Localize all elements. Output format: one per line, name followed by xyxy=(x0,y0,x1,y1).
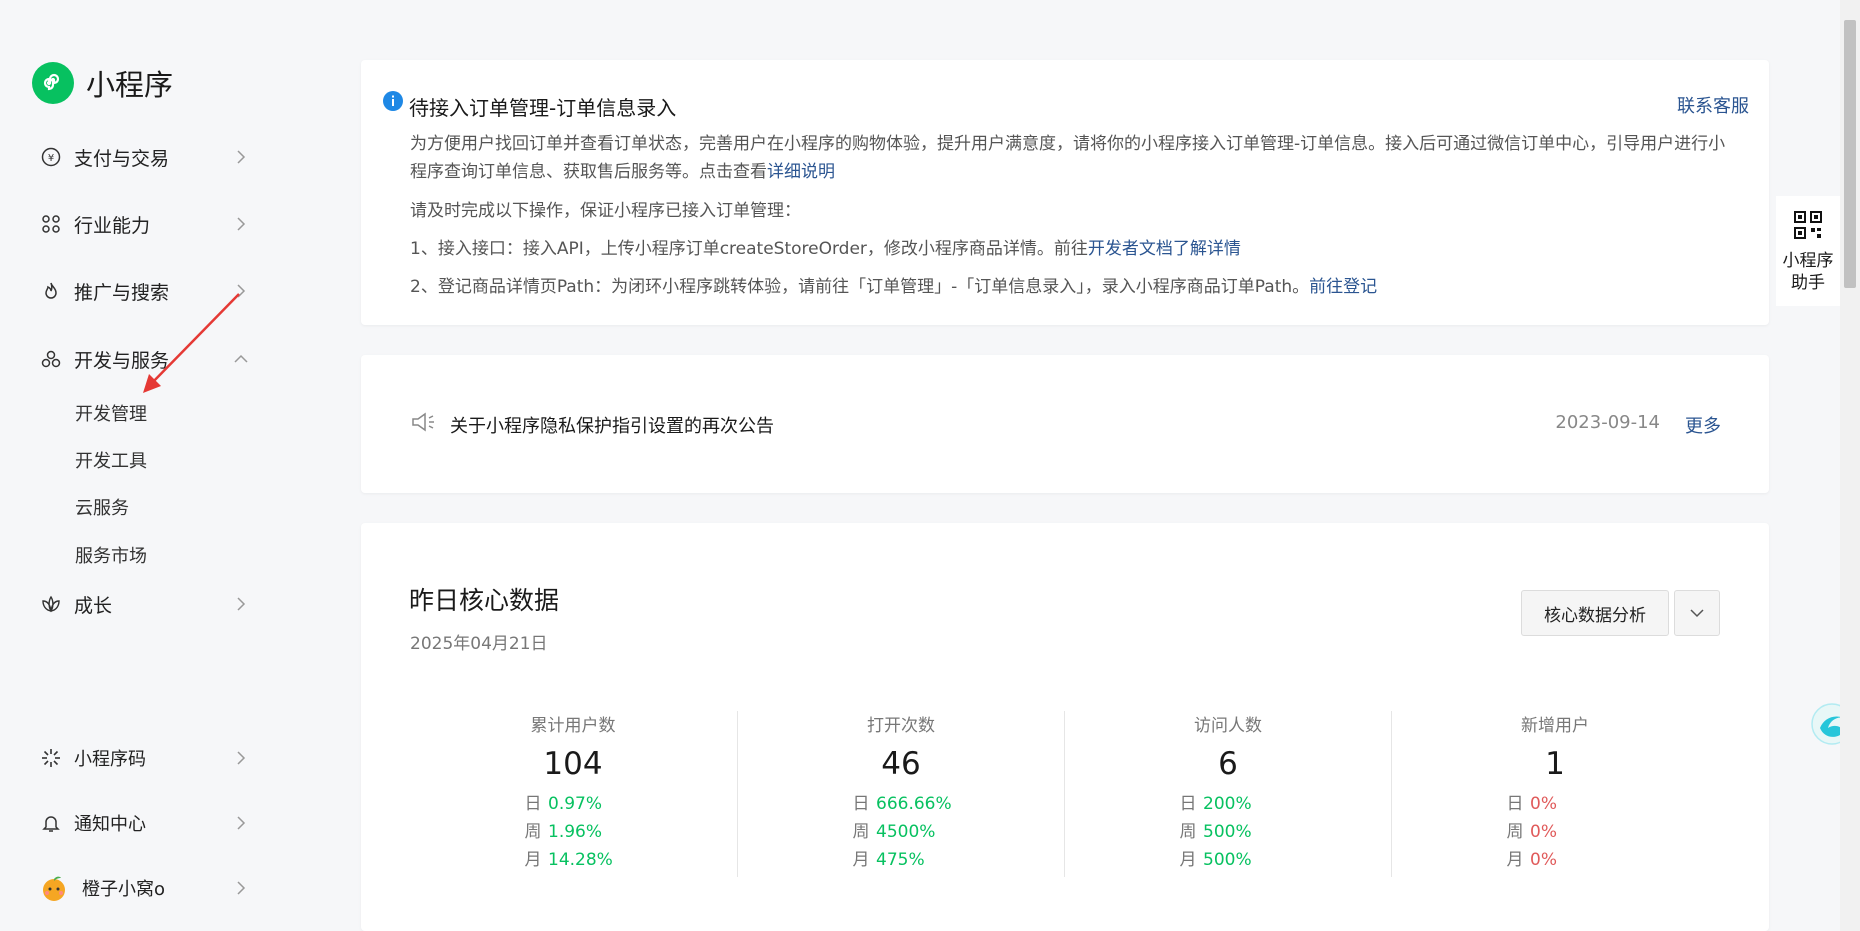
speaker-icon xyxy=(412,412,434,432)
stat-label: 新增用户 xyxy=(1521,716,1589,736)
stat-label: 访问人数 xyxy=(1194,716,1262,736)
stat-opens: 打开次数 46 日 666.66% 周 4500% 月 475% xyxy=(737,711,1064,877)
notice-body: 为方便用户找回订单并查看订单状态，完善用户在小程序的购物体验，提升用户满意度，请… xyxy=(410,130,1730,186)
stat-row: 日 200% xyxy=(1179,794,1252,814)
announcement-date: 2023-09-14 xyxy=(1555,412,1660,433)
nav-item-industry[interactable]: 行业能力 xyxy=(40,206,250,242)
core-data-card: 昨日核心数据 2025年04月21日 核心数据分析 累计用户数 104 日 0.9… xyxy=(361,523,1769,931)
announcement-card: 关于小程序隐私保护指引设置的再次公告 2023-09-14 更多 xyxy=(361,355,1769,493)
stat-row: 月 0% xyxy=(1506,850,1557,870)
core-analysis-button[interactable]: 核心数据分析 xyxy=(1521,590,1669,636)
stat-value: 46 xyxy=(881,746,921,782)
core-data-date: 2025年04月21日 xyxy=(410,634,548,654)
sub-item-dev-tools[interactable]: 开发工具 xyxy=(75,447,147,473)
register-link[interactable]: 前往登记 xyxy=(1309,277,1377,297)
stat-total-users: 累计用户数 104 日 0.97% 周 1.96% 月 14.28% xyxy=(410,711,736,877)
mini-program-logo-icon xyxy=(32,62,74,104)
chevron-right-icon xyxy=(232,814,250,832)
notice-line-instruction: 请及时完成以下操作，保证小程序已接入订单管理： xyxy=(410,201,801,221)
info-icon xyxy=(383,91,403,111)
notice-title: 待接入订单管理-订单信息录入 xyxy=(409,96,677,120)
nav-item-label: 行业能力 xyxy=(74,214,151,237)
stat-row: 周 4500% xyxy=(852,822,936,842)
sub-item-dev-management[interactable]: 开发管理 xyxy=(75,400,147,426)
detail-link[interactable]: 详细说明 xyxy=(767,162,835,182)
nav-item-label: 通知中心 xyxy=(74,814,146,835)
stat-row: 周 0% xyxy=(1506,822,1557,842)
sub-item-cloud-service[interactable]: 云服务 xyxy=(75,494,129,520)
code-icon xyxy=(40,747,62,769)
scrollbar[interactable] xyxy=(1840,0,1860,931)
nav-item-label: 支付与交易 xyxy=(74,147,170,170)
order-notice-card: 待接入订单管理-订单信息录入 联系客服 为方便用户找回订单并查看订单状态，完善用… xyxy=(361,60,1769,325)
stat-new-users: 新增用户 1 日 0% 周 0% 月 0% xyxy=(1391,711,1718,877)
chevron-right-icon xyxy=(232,879,250,897)
chevron-right-icon xyxy=(232,148,250,166)
notice-body-text: 为方便用户找回订单并查看订单状态，完善用户在小程序的购物体验，提升用户满意度，请… xyxy=(410,134,1726,182)
nav-item-notifications[interactable]: 通知中心 xyxy=(40,805,250,841)
chevron-right-icon xyxy=(232,749,250,767)
stat-value: 104 xyxy=(543,746,603,782)
grid-icon xyxy=(40,213,62,235)
stat-row: 月 475% xyxy=(852,850,925,870)
step1-text: 1、接入接口：接入API，上传小程序订单createStoreOrder，修改小… xyxy=(410,239,1088,259)
more-link[interactable]: 更多 xyxy=(1685,412,1721,438)
qr-code-icon xyxy=(1794,211,1822,239)
nav-item-growth[interactable]: 成长 xyxy=(40,586,250,622)
yen-circle-icon: ¥ xyxy=(40,146,62,168)
chevron-right-icon xyxy=(232,215,250,233)
stat-value: 6 xyxy=(1218,746,1238,782)
cluster-icon xyxy=(40,348,62,370)
chevron-right-icon xyxy=(232,595,250,613)
stat-row: 月 500% xyxy=(1179,850,1252,870)
nav-item-label: 小程序码 xyxy=(74,749,146,770)
stat-label: 打开次数 xyxy=(867,716,935,736)
stat-row: 日 666.66% xyxy=(852,794,952,814)
assistant-label: 小程序 助手 xyxy=(1782,251,1834,293)
nav-item-label: 橙子小窝o xyxy=(82,879,166,900)
nav-item-payment[interactable]: ¥ 支付与交易 xyxy=(40,139,250,175)
annotation-arrow-icon xyxy=(143,293,240,393)
lotus-icon xyxy=(40,593,62,615)
stat-row: 周 500% xyxy=(1179,822,1252,842)
mini-program-assistant[interactable]: 小程序 助手 xyxy=(1776,196,1840,306)
stat-visitors: 访问人数 6 日 200% 周 500% 月 500% xyxy=(1064,711,1391,877)
stat-label: 累计用户数 xyxy=(530,716,616,736)
dev-docs-link[interactable]: 开发者文档了解详情 xyxy=(1088,239,1241,259)
announcement-link[interactable]: 关于小程序隐私保护指引设置的再次公告 xyxy=(450,412,774,438)
sub-item-service-market[interactable]: 服务市场 xyxy=(75,542,147,568)
contact-support-link[interactable]: 联系客服 xyxy=(1677,92,1749,118)
logo-text: 小程序 xyxy=(86,68,174,102)
nav-item-label: 成长 xyxy=(74,594,113,617)
notice-line-step1: 1、接入接口：接入API，上传小程序订单createStoreOrder，修改小… xyxy=(410,234,1241,259)
nav-item-account[interactable]: 橙子小窝o xyxy=(40,870,250,906)
nav-item-mini-program-code[interactable]: 小程序码 xyxy=(40,740,250,776)
chevron-down-icon xyxy=(1690,609,1704,618)
step2-text: 2、登记商品详情页Path：为闭环小程序跳转体验，请前往「订单管理」-「订单信息… xyxy=(410,277,1310,297)
flame-icon xyxy=(40,280,62,302)
core-data-title: 昨日核心数据 xyxy=(409,586,560,615)
bell-icon xyxy=(40,812,62,834)
avatar xyxy=(40,874,68,902)
stat-row: 周 1.96% xyxy=(524,822,603,842)
sidebar: 小程序 ¥ 支付与交易 行业能力 推广与搜索 开发与服务 开发管理 开发工具 云… xyxy=(0,0,330,931)
stat-row: 月 14.28% xyxy=(524,850,613,870)
dropdown-button[interactable] xyxy=(1674,590,1720,636)
stat-row: 日 0.97% xyxy=(524,794,603,814)
notice-line-step2: 2、登记商品详情页Path：为闭环小程序跳转体验，请前往「订单管理」-「订单信息… xyxy=(410,272,1377,297)
stat-row: 日 0% xyxy=(1506,794,1557,814)
svg-text:¥: ¥ xyxy=(48,153,54,164)
stat-value: 1 xyxy=(1545,746,1565,782)
scrollbar-thumb[interactable] xyxy=(1844,20,1856,288)
logo[interactable]: 小程序 xyxy=(32,62,173,104)
